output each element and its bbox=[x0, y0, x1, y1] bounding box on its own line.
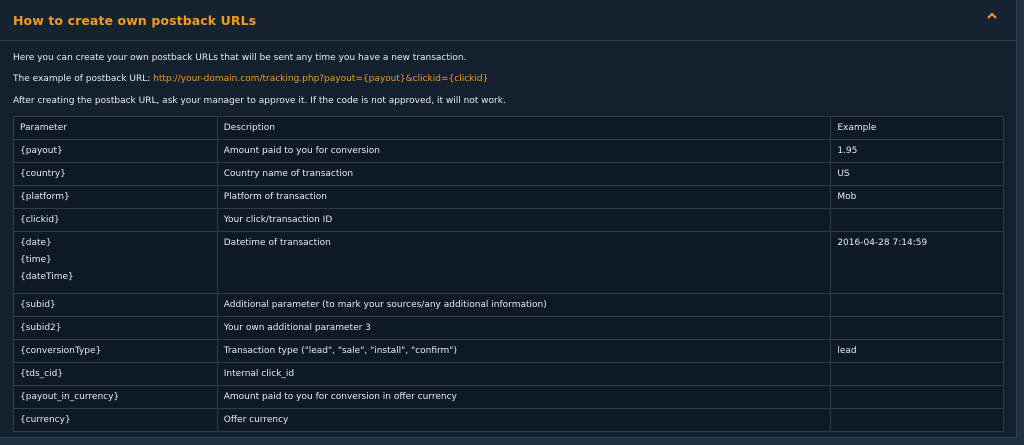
example-cell: US bbox=[830, 162, 1004, 186]
param-cell: {payout} bbox=[13, 139, 218, 163]
param-cell: {country} bbox=[13, 162, 218, 186]
table-row: {subid} Additional parameter (to mark yo… bbox=[13, 293, 1004, 317]
table-row: {subid2} Your own additional parameter 3 bbox=[13, 316, 1004, 340]
example-cell bbox=[830, 208, 1004, 232]
table-row: {clickid} Your click/transaction ID bbox=[13, 208, 1004, 232]
param-datetime: {dateTime} bbox=[20, 272, 74, 282]
panel-title: How to create own postback URLs bbox=[13, 13, 257, 28]
header-parameter: Parameter bbox=[13, 116, 218, 140]
example-cell bbox=[830, 293, 1004, 317]
description-cell: Internal click_id bbox=[216, 362, 832, 386]
description-cell: Offer currency bbox=[216, 408, 832, 432]
table-row: {currency} Offer currency bbox=[13, 408, 1004, 432]
example-cell bbox=[830, 385, 1004, 409]
param-cell: {conversionType} bbox=[13, 339, 218, 363]
param-cell: {platform} bbox=[13, 185, 218, 209]
param-cell: {tds_cid} bbox=[13, 362, 218, 386]
intro-text-line1: Here you can create your own postback UR… bbox=[13, 53, 467, 63]
intro-text-line2: The example of postback URL: http://your… bbox=[13, 74, 488, 84]
table-row: {payout_in_currency} Amount paid to you … bbox=[13, 385, 1004, 409]
description-cell: Datetime of transaction bbox=[216, 231, 832, 294]
param-cell: {subid} bbox=[13, 293, 218, 317]
description-cell: Platform of transaction bbox=[216, 185, 832, 209]
description-cell: Amount paid to you for conversion bbox=[216, 139, 832, 163]
param-cell: {currency} bbox=[13, 408, 218, 432]
example-cell bbox=[830, 316, 1004, 340]
param-date: {date} bbox=[20, 238, 52, 248]
example-cell: 1.95 bbox=[830, 139, 1004, 163]
param-cell: {payout_in_currency} bbox=[13, 385, 218, 409]
example-postback-link[interactable]: http://your-domain.com/tracking.php?payo… bbox=[153, 74, 488, 84]
param-cell: {date} {time} {dateTime} bbox=[13, 231, 218, 294]
table-row: {country} Country name of transaction US bbox=[13, 162, 1004, 186]
param-cell: {clickid} bbox=[13, 208, 218, 232]
description-cell: Amount paid to you for conversion in off… bbox=[216, 385, 832, 409]
table-row: {tds_cid} Internal click_id bbox=[13, 362, 1004, 386]
example-cell bbox=[830, 362, 1004, 386]
table-row: {payout} Amount paid to you for conversi… bbox=[13, 139, 1004, 163]
example-cell: lead bbox=[830, 339, 1004, 363]
description-cell: Country name of transaction bbox=[216, 162, 832, 186]
table-row: {date} {time} {dateTime} Datetime of tra… bbox=[13, 231, 1004, 294]
postback-panel: How to create own postback URLs Here you… bbox=[0, 0, 1017, 438]
table-header-row: Parameter Description Example bbox=[13, 116, 1004, 140]
example-cell: 2016-04-28 7:14:59 bbox=[830, 231, 1004, 294]
parameters-table: Parameter Description Example {payout} A… bbox=[13, 116, 1004, 432]
intro-example-label: The example of postback URL: bbox=[13, 74, 154, 84]
example-cell: Mob bbox=[830, 185, 1004, 209]
intro-text-line3: After creating the postback URL, ask you… bbox=[13, 96, 506, 106]
panel-header[interactable]: How to create own postback URLs bbox=[0, 0, 1016, 41]
table-row: {platform} Platform of transaction Mob bbox=[13, 185, 1004, 209]
description-cell: Additional parameter (to mark your sourc… bbox=[216, 293, 832, 317]
param-cell: {subid2} bbox=[13, 316, 218, 340]
chevron-up-icon[interactable] bbox=[985, 10, 999, 22]
header-example: Example bbox=[830, 116, 1004, 140]
table-row: {conversionType} Transaction type ("lead… bbox=[13, 339, 1004, 363]
example-cell bbox=[830, 408, 1004, 432]
description-cell: Your own additional parameter 3 bbox=[216, 316, 832, 340]
description-cell: Your click/transaction ID bbox=[216, 208, 832, 232]
description-cell: Transaction type ("lead", "sale", "insta… bbox=[216, 339, 832, 363]
header-description: Description bbox=[216, 116, 832, 140]
param-time: {time} bbox=[20, 255, 52, 265]
